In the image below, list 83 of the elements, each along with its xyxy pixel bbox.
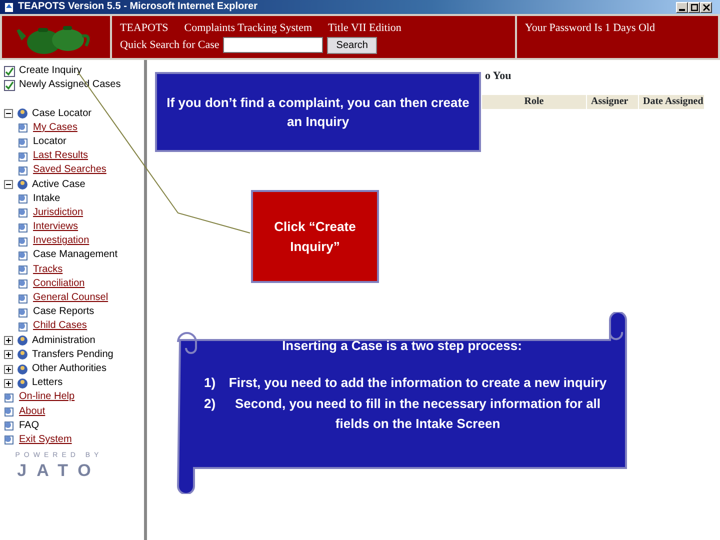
- globe-icon: [17, 335, 28, 346]
- globe-icon: [17, 179, 28, 190]
- menu-label[interactable]: Create Inquiry: [19, 64, 82, 78]
- menu-label[interactable]: Intake: [33, 192, 60, 206]
- collapse-icon[interactable]: [4, 180, 13, 190]
- link[interactable]: Child Cases: [33, 319, 87, 334]
- step-number: 2): [204, 394, 216, 413]
- page-icon: [18, 193, 29, 204]
- expand-icon[interactable]: [4, 378, 13, 388]
- page-icon: [18, 278, 29, 290]
- column-header: Date Assigned: [638, 94, 704, 108]
- callout-box: If you don’t find a complaint, you can then create an Inquiry: [155, 72, 481, 152]
- collapse-icon[interactable]: [4, 109, 13, 118]
- maximize-icon: [690, 4, 698, 10]
- link[interactable]: My Cases: [33, 120, 78, 135]
- page-icon: [18, 250, 29, 262]
- menu-label[interactable]: Case Locator: [32, 106, 92, 121]
- link[interactable]: General Counsel: [33, 291, 108, 306]
- page-icon: [4, 392, 15, 403]
- link[interactable]: Saved Searches: [33, 163, 106, 178]
- password-notice: Your Password Is 1 Days Old: [525, 22, 655, 34]
- maximize-button[interactable]: [688, 2, 700, 12]
- link[interactable]: About: [19, 404, 46, 419]
- app-icon: [4, 2, 14, 12]
- expand-icon[interactable]: [4, 350, 13, 360]
- checklist-icon: [4, 66, 15, 77]
- link[interactable]: Exit System: [19, 432, 72, 448]
- page-icon: [18, 136, 29, 148]
- page-icon: [18, 236, 29, 247]
- menu-label[interactable]: Locator: [33, 134, 66, 150]
- callout-box: Click “Create Inquiry”: [251, 190, 379, 283]
- menu-label[interactable]: FAQ: [19, 418, 40, 433]
- step-text: Second, you need to fill in the necessary information for all fields on the Intake Screen: [234, 394, 602, 434]
- minimize-icon: [679, 8, 685, 10]
- link[interactable]: Jurisdiction: [33, 206, 84, 220]
- jato-logo: JATO: [16, 462, 102, 479]
- expand-icon[interactable]: [4, 364, 13, 374]
- globe-icon: [17, 349, 28, 360]
- globe-icon: [17, 378, 28, 389]
- search-label: Quick Search for Case: [120, 38, 220, 53]
- header-title: Title VII Edition: [328, 21, 402, 36]
- globe-icon: [17, 364, 28, 375]
- page-icon: [18, 320, 29, 332]
- window-title: TEAPOTS Version 5.5 - Microsoft Internet Explorer: [18, 0, 258, 14]
- step-number: 1): [204, 374, 216, 392]
- menu-label[interactable]: Administration: [32, 334, 96, 348]
- link[interactable]: Last Results: [33, 149, 88, 164]
- section-heading: o You: [485, 69, 512, 84]
- page-icon: [18, 122, 29, 134]
- menu-label[interactable]: Case Management: [33, 248, 118, 263]
- close-button[interactable]: [700, 2, 712, 12]
- globe-icon: [17, 108, 28, 120]
- search-button[interactable]: Search: [327, 36, 377, 54]
- link[interactable]: Investigation: [33, 234, 90, 248]
- expand-icon[interactable]: [4, 336, 13, 346]
- page-icon: [4, 434, 15, 446]
- page-icon: [18, 150, 29, 162]
- page-icon: [18, 306, 29, 318]
- column-header: Assigner: [586, 94, 638, 108]
- link[interactable]: Tracks: [33, 262, 63, 277]
- search-field[interactable]: [223, 37, 324, 54]
- menu-label[interactable]: Other Authorities: [32, 362, 106, 376]
- page-icon: [4, 420, 15, 432]
- page-icon: [18, 207, 29, 218]
- page-icon: [18, 222, 29, 233]
- link[interactable]: On-line Help: [19, 390, 75, 405]
- link[interactable]: Interviews: [33, 220, 78, 234]
- step-text: First, you need to add the information to create a new inquiry: [228, 374, 608, 392]
- page-icon: [4, 406, 15, 418]
- callout-title: Inserting a Case is a two step process:: [281, 337, 523, 355]
- header-title: TEAPOTS: [120, 21, 168, 36]
- menu-label[interactable]: Transfers Pending: [32, 348, 114, 362]
- header-title: Complaints Tracking System: [184, 21, 312, 36]
- menu-label[interactable]: Case Reports: [33, 305, 94, 320]
- menu-label[interactable]: Letters: [32, 376, 63, 390]
- checklist-icon: [4, 80, 15, 91]
- page-icon: [18, 164, 29, 176]
- menu-label[interactable]: Active Case: [32, 178, 86, 192]
- page-icon: [18, 292, 29, 304]
- close-icon: [702, 4, 710, 10]
- page-icon: [18, 264, 29, 276]
- minimize-button[interactable]: [676, 2, 688, 12]
- link[interactable]: Conciliation: [33, 276, 85, 292]
